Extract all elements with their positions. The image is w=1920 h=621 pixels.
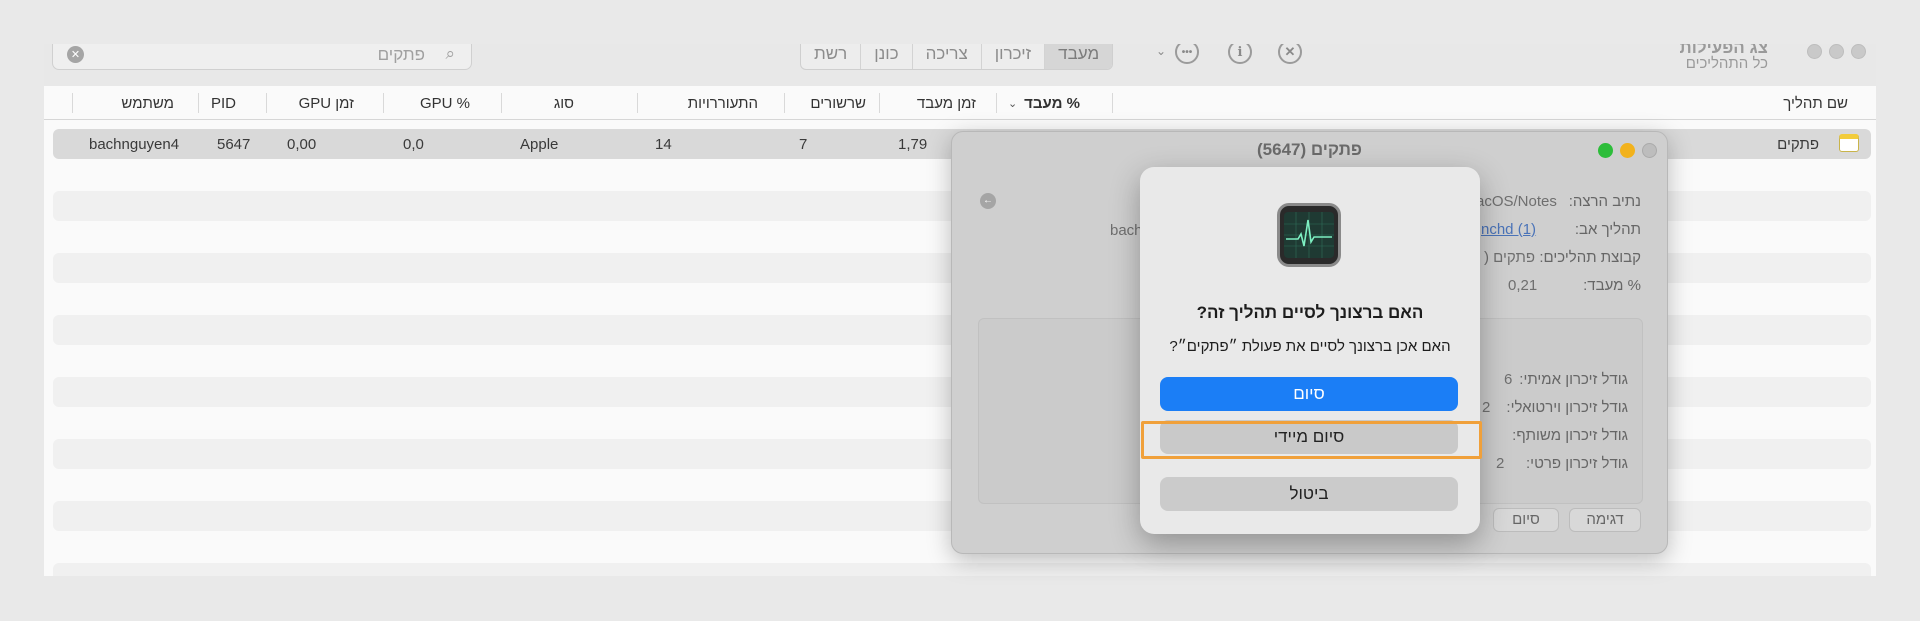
- table-header: שם תהליך % מעבד ⌄ זמן מעבד שרשורים התעור…: [44, 86, 1876, 120]
- cell-process-name: פתקים: [1777, 136, 1819, 153]
- toolbar: צג הפעילות כל התהליכים ✕ i ••• ⌄ מעבד זי…: [44, 44, 1876, 86]
- info-label-cpu: % מעבד:: [1583, 277, 1641, 294]
- info-value-parent-link[interactable]: nchd (1): [1481, 221, 1536, 238]
- cell-pid: 5647: [217, 136, 251, 153]
- mem-value-virtual: 2: [1482, 399, 1491, 416]
- info-value-group: פתקים (: [1484, 249, 1535, 266]
- close-window-button[interactable]: [1851, 44, 1866, 59]
- force-quit-button[interactable]: סיום מיידי: [1160, 420, 1458, 454]
- info-label-path: נתיב הרצה:: [1568, 193, 1641, 210]
- cell-gpu-time: 0,00: [287, 136, 317, 153]
- clear-search-icon[interactable]: ✕: [67, 46, 84, 63]
- search-icon: ⌕: [445, 44, 455, 63]
- tab-disk[interactable]: כונן: [860, 44, 911, 69]
- cell-wakeups: 14: [655, 136, 672, 153]
- column-threads[interactable]: שרשורים: [810, 95, 866, 112]
- column-cpu-percent[interactable]: % מעבד: [1024, 95, 1080, 112]
- mem-label-real: גודל זיכרון אמיתי:: [1519, 371, 1628, 388]
- search-input[interactable]: פתקים: [378, 45, 425, 65]
- info-icon[interactable]: i: [1228, 44, 1252, 64]
- info-partial-user: bach: [1110, 222, 1143, 239]
- mem-label-private: גודל זיכרון פרטי:: [1526, 455, 1628, 472]
- quit-confirmation-dialog: האם ברצונך לסיים תהליך זה? האם אכן ברצונ…: [1140, 167, 1480, 534]
- table-row-empty: [53, 563, 1871, 576]
- tab-energy[interactable]: צריכה: [911, 44, 981, 69]
- mem-value-private: 2: [1496, 455, 1505, 472]
- activity-monitor-app-icon: [1277, 203, 1341, 267]
- cancel-button[interactable]: ביטול: [1160, 477, 1458, 511]
- app-subtitle: כל התהליכים: [1685, 55, 1768, 72]
- cell-cpu-time: 1,79: [898, 136, 928, 153]
- column-user[interactable]: משתמש: [121, 95, 174, 112]
- info-window-title: פתקים (5647): [1257, 140, 1362, 159]
- tab-memory[interactable]: זיכרון: [980, 44, 1044, 69]
- column-idle-wakeups[interactable]: התעוררויות: [688, 95, 758, 112]
- activity-graph-icon: [1284, 212, 1334, 258]
- mem-label-virtual: גודל זיכרון וירטואלי:: [1506, 399, 1628, 416]
- back-arrow-icon[interactable]: ←: [980, 193, 996, 209]
- stop-process-icon[interactable]: ✕: [1278, 44, 1302, 64]
- column-kind[interactable]: סוג: [554, 95, 574, 112]
- cell-gpu-percent: 0,0: [403, 136, 424, 153]
- cell-kind: Apple: [520, 136, 559, 153]
- info-value-cpu: 0,21: [1508, 277, 1538, 294]
- column-process-name[interactable]: שם תהליך: [1783, 95, 1848, 112]
- zoom-window-button[interactable]: [1807, 44, 1822, 59]
- column-gpu-percent[interactable]: % GPU: [420, 95, 470, 112]
- notes-app-icon: [1839, 134, 1859, 152]
- column-cpu-time[interactable]: זמן מעבד: [917, 95, 976, 112]
- cell-threads: 7: [799, 136, 808, 153]
- search-field[interactable]: ✕ פתקים ⌕: [52, 44, 472, 70]
- cell-user: bachnguyen4: [89, 136, 180, 153]
- column-pid[interactable]: PID: [211, 95, 236, 112]
- tab-segmented-control: מעבד זיכרון צריכה כונן רשת: [800, 44, 1114, 70]
- tab-cpu[interactable]: מעבד: [1044, 44, 1113, 69]
- sort-chevron-icon: ⌄: [1008, 98, 1018, 110]
- dialog-heading: האם ברצונך לסיים תהליך זה?: [1196, 303, 1424, 322]
- minimize-window-button[interactable]: [1829, 44, 1844, 59]
- sample-button[interactable]: דגימה: [1569, 508, 1641, 532]
- info-value-path: acOS/Notes: [1476, 193, 1557, 210]
- mem-label-shared: גודל זיכרון משותף:: [1512, 427, 1628, 444]
- column-gpu-time[interactable]: זמן GPU: [299, 95, 354, 112]
- info-label-parent: תהליך אב:: [1574, 221, 1641, 238]
- more-icon[interactable]: •••: [1175, 44, 1199, 64]
- mem-value-real: 6: [1504, 371, 1513, 388]
- chevron-down-icon[interactable]: ⌄: [1156, 44, 1166, 58]
- info-label-group: קבוצת תהליכים:: [1539, 249, 1641, 266]
- info-quit-button[interactable]: סיום: [1493, 508, 1559, 532]
- tab-network[interactable]: רשת: [801, 44, 860, 69]
- dialog-message: האם אכן ברצונך לסיים את פעולת ״פתקים״?: [1169, 338, 1451, 355]
- quit-button[interactable]: סיום: [1160, 377, 1458, 411]
